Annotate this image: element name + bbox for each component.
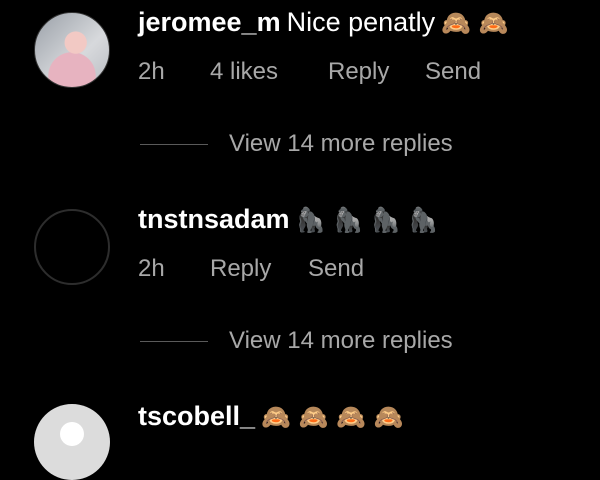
default-avatar-icon [60, 422, 84, 446]
reply-button[interactable]: Reply [328, 58, 389, 86]
reply-button[interactable]: Reply [210, 255, 271, 283]
username[interactable]: tscobell_ [138, 401, 255, 431]
comment-line: tscobell_ 🙈 🙈 🙈 🙈 [138, 400, 403, 433]
username[interactable]: tnstnsadam [138, 204, 290, 234]
monkey-emoji: 🙈 🙈 [441, 9, 509, 37]
comment-line: tnstnsadam 🦍 🦍 🦍 🦍 [138, 203, 438, 236]
divider [140, 341, 208, 342]
view-more-replies-label[interactable]: View 14 more replies [229, 327, 453, 355]
view-more-replies[interactable]: View 14 more replies [0, 327, 600, 357]
comment-text: Nice penatly [286, 7, 436, 37]
likes-count[interactable]: 4 likes [210, 58, 278, 86]
avatar[interactable] [34, 404, 110, 480]
timestamp: 2h [138, 58, 165, 85]
comment-line: jeromee_m Nice penatly 🙈 🙈 [138, 6, 509, 39]
gorilla-emoji: 🦍 🦍 🦍 🦍 [295, 206, 438, 234]
send-button[interactable]: Send [308, 255, 364, 283]
monkey-emoji: 🙈 🙈 🙈 🙈 [261, 403, 404, 431]
username[interactable]: jeromee_m [138, 7, 281, 37]
avatar[interactable] [34, 209, 110, 285]
timestamp: 2h [138, 255, 165, 282]
view-more-replies-label[interactable]: View 14 more replies [229, 130, 453, 158]
send-button[interactable]: Send [425, 58, 481, 86]
avatar[interactable] [34, 12, 110, 88]
divider [140, 144, 208, 145]
view-more-replies[interactable]: View 14 more replies [0, 130, 600, 160]
